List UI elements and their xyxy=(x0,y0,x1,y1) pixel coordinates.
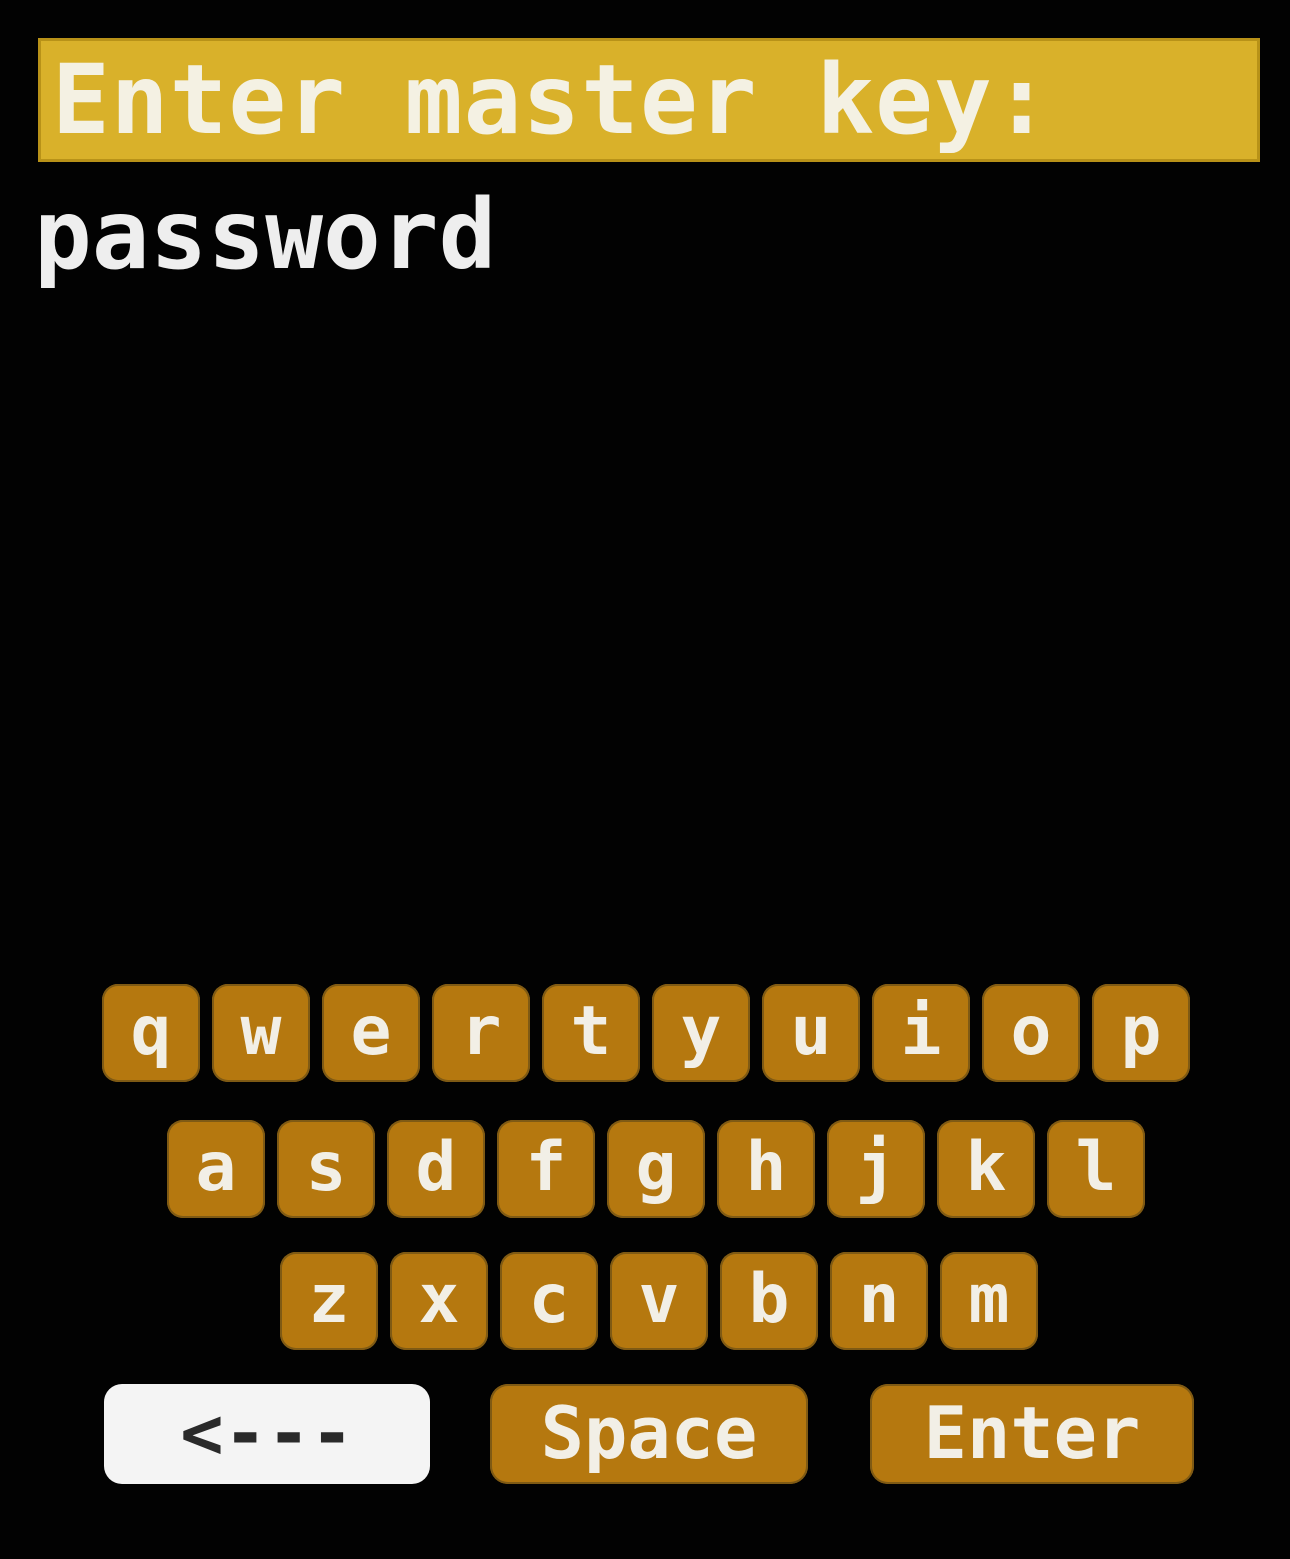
key-x[interactable]: x xyxy=(390,1252,488,1350)
enter-button[interactable]: Enter xyxy=(870,1384,1194,1484)
backspace-button[interactable]: <--- xyxy=(104,1384,430,1484)
key-a[interactable]: a xyxy=(167,1120,265,1218)
master-key-input[interactable]: password xyxy=(34,180,496,290)
screen: Enter master key: password q w e r t y u… xyxy=(0,0,1290,1559)
key-b[interactable]: b xyxy=(720,1252,818,1350)
key-d[interactable]: d xyxy=(387,1120,485,1218)
key-t[interactable]: t xyxy=(542,984,640,1082)
key-s[interactable]: s xyxy=(277,1120,375,1218)
key-q[interactable]: q xyxy=(102,984,200,1082)
page-title: Enter master key: xyxy=(52,44,1052,156)
key-m[interactable]: m xyxy=(940,1252,1038,1350)
key-h[interactable]: h xyxy=(717,1120,815,1218)
key-c[interactable]: c xyxy=(500,1252,598,1350)
key-l[interactable]: l xyxy=(1047,1120,1145,1218)
key-v[interactable]: v xyxy=(610,1252,708,1350)
key-g[interactable]: g xyxy=(607,1120,705,1218)
key-r[interactable]: r xyxy=(432,984,530,1082)
key-o[interactable]: o xyxy=(982,984,1080,1082)
key-y[interactable]: y xyxy=(652,984,750,1082)
key-u[interactable]: u xyxy=(762,984,860,1082)
space-button[interactable]: Space xyxy=(490,1384,808,1484)
key-z[interactable]: z xyxy=(280,1252,378,1350)
key-n[interactable]: n xyxy=(830,1252,928,1350)
key-j[interactable]: j xyxy=(827,1120,925,1218)
key-p[interactable]: p xyxy=(1092,984,1190,1082)
title-bar: Enter master key: xyxy=(38,38,1260,162)
key-i[interactable]: i xyxy=(872,984,970,1082)
key-f[interactable]: f xyxy=(497,1120,595,1218)
key-w[interactable]: w xyxy=(212,984,310,1082)
key-k[interactable]: k xyxy=(937,1120,1035,1218)
key-e[interactable]: e xyxy=(322,984,420,1082)
